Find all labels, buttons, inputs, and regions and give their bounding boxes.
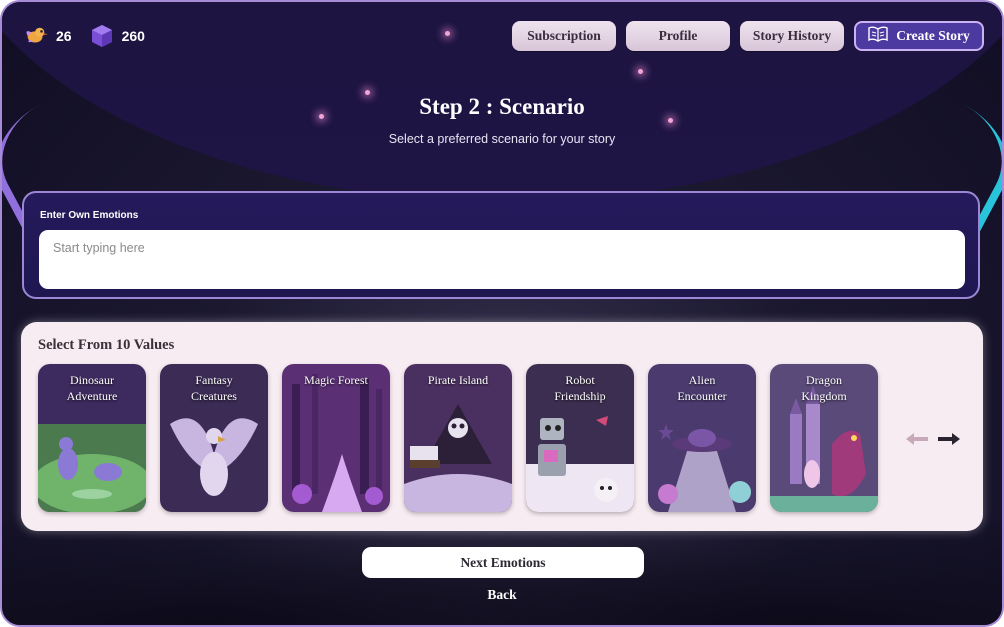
scenario-card-alien-encounter[interactable]: Alien Encounter <box>648 364 756 512</box>
page-title: Step 2 : Scenario <box>419 94 585 119</box>
card-label: Pirate Island <box>427 373 489 387</box>
profile-button[interactable]: Profile <box>626 21 730 51</box>
arrow-left-icon[interactable] <box>906 430 930 448</box>
page-subtitle: Select a preferred scenario for your sto… <box>388 132 616 146</box>
own-emotions-input[interactable] <box>39 230 965 289</box>
stat-gems: 260 <box>90 24 145 48</box>
bird-mascot-icon <box>24 24 48 48</box>
stat-birds: 26 <box>24 24 72 48</box>
values-panel: Select From 10 Values DinosaurAdventure <box>21 322 983 531</box>
gems-count: 260 <box>121 28 145 44</box>
create-story-button[interactable]: Create Story <box>854 21 984 51</box>
own-emotions-label: Enter Own Emotions <box>40 210 139 221</box>
subscription-button[interactable]: Subscription <box>512 21 616 51</box>
scenario-card-dinosaur-adventure[interactable]: Dinosaur Adventure <box>38 364 146 512</box>
open-book-icon <box>868 26 888 46</box>
create-story-label: Create Story <box>896 28 970 43</box>
app-frame: 26 260 Subscription Profile Story Histor… <box>0 0 1004 627</box>
card-label: Dinosaur Adventure <box>66 373 118 403</box>
birds-count: 26 <box>56 28 72 44</box>
values-title: Select From 10 Values <box>38 337 175 353</box>
next-emotions-button[interactable]: Next Emotions <box>362 547 644 578</box>
card-label: Alien Encounter <box>677 373 727 403</box>
card-label: Robot Friendship <box>554 373 606 403</box>
scenario-cards: Dinosaur Adventure Fantasy Creatures Mag… <box>38 364 878 512</box>
card-label: Fantasy Creatures <box>191 373 237 403</box>
carousel-arrows <box>906 430 960 448</box>
scenario-card-pirate-island[interactable]: Pirate Island <box>404 364 512 512</box>
scenario-card-robot-friendship[interactable]: Robot Friendship <box>526 364 634 512</box>
own-emotions-panel: Enter Own Emotions <box>22 191 980 299</box>
scenario-card-fantasy-creatures[interactable]: Fantasy Creatures <box>160 364 268 512</box>
back-link[interactable]: Back <box>2 587 1002 603</box>
scenario-card-magic-forest[interactable]: Magic Forest <box>282 364 390 512</box>
top-navigation: Subscription Profile Story History Creat… <box>512 21 984 51</box>
card-label: Magic Forest <box>304 373 368 387</box>
story-history-button[interactable]: Story History <box>740 21 844 51</box>
purple-gem-icon <box>90 24 114 48</box>
card-label: Dragon Kingdom <box>801 373 847 403</box>
arrow-right-icon[interactable] <box>936 430 960 448</box>
user-stats: 26 260 <box>24 24 153 48</box>
sparkle <box>445 31 450 36</box>
sparkle <box>638 69 643 74</box>
scenario-card-dragon-kingdom[interactable]: Dragon Kingdom <box>770 364 878 512</box>
